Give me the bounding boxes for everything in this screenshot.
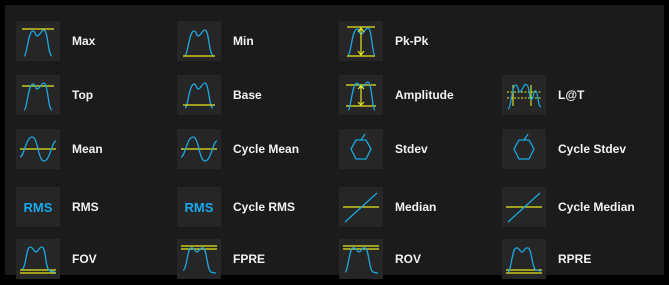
measurement-selector-panel: Max Min Pk-Pk Top Base Amplitude L@T Mea… <box>5 5 664 279</box>
cycle-mean-label: Cycle Mean <box>233 142 300 156</box>
top-label: Top <box>72 88 94 102</box>
fov-icon <box>16 239 60 279</box>
measure-min-button[interactable]: Min <box>177 20 254 62</box>
measure-cycle-stdev-button[interactable]: Cycle Stdev <box>502 128 626 170</box>
rov-icon <box>339 239 383 279</box>
measure-cycle-median-button[interactable]: Cycle Median <box>502 186 635 228</box>
rpre-icon <box>502 239 546 279</box>
top-icon <box>16 75 60 115</box>
fpre-icon <box>177 239 221 279</box>
cycle-rms-icon-text: RMS <box>184 199 214 215</box>
cycle-rms-label: Cycle RMS <box>233 200 296 214</box>
measure-fov-button[interactable]: FOV <box>16 238 97 280</box>
cycle-median-label: Cycle Median <box>558 200 635 214</box>
measure-rov-button[interactable]: ROV <box>339 238 421 280</box>
measure-max-button[interactable]: Max <box>16 20 95 62</box>
rms-label: RMS <box>72 200 99 214</box>
pkpk-label: Pk-Pk <box>395 34 429 48</box>
stdev-icon <box>339 129 383 169</box>
min-icon <box>177 21 221 61</box>
rms-icon: RMS <box>16 187 60 227</box>
rov-label: ROV <box>395 252 422 266</box>
pkpk-icon <box>339 21 383 61</box>
lat-label: L@T <box>558 88 585 102</box>
max-icon <box>16 21 60 61</box>
amplitude-icon <box>339 75 383 115</box>
measure-mean-button[interactable]: Mean <box>16 128 103 170</box>
lat-icon <box>502 75 546 115</box>
cycle-mean-icon <box>177 129 221 169</box>
cycle-stdev-label: Cycle Stdev <box>558 142 627 156</box>
cycle-median-icon <box>502 187 546 227</box>
amplitude-label: Amplitude <box>395 88 454 102</box>
rpre-label: RPRE <box>558 252 592 266</box>
measure-cycle-rms-button[interactable]: RMS Cycle RMS <box>177 186 295 228</box>
mean-icon <box>16 129 60 169</box>
median-icon <box>339 187 383 227</box>
cycle-stdev-icon <box>502 129 546 169</box>
measure-rms-button[interactable]: RMS RMS <box>16 186 99 228</box>
min-label: Min <box>233 34 254 48</box>
max-label: Max <box>72 34 96 48</box>
base-icon <box>177 75 221 115</box>
measure-base-button[interactable]: Base <box>177 74 262 116</box>
cycle-rms-icon: RMS <box>177 187 221 227</box>
median-label: Median <box>395 200 437 214</box>
measure-amplitude-button[interactable]: Amplitude <box>339 74 454 116</box>
measure-stdev-button[interactable]: Stdev <box>339 128 428 170</box>
fov-label: FOV <box>72 252 97 266</box>
measure-fpre-button[interactable]: FPRE <box>177 238 265 280</box>
measure-lat-button[interactable]: L@T <box>502 74 584 116</box>
measure-rpre-button[interactable]: RPRE <box>502 238 591 280</box>
stdev-label: Stdev <box>395 142 428 156</box>
fpre-label: FPRE <box>233 252 266 266</box>
rms-icon-text: RMS <box>23 199 53 215</box>
measure-cycle-mean-button[interactable]: Cycle Mean <box>177 128 299 170</box>
measure-top-button[interactable]: Top <box>16 74 93 116</box>
measure-median-button[interactable]: Median <box>339 186 436 228</box>
mean-label: Mean <box>72 142 103 156</box>
base-label: Base <box>233 88 262 102</box>
measure-pkpk-button[interactable]: Pk-Pk <box>339 20 428 62</box>
